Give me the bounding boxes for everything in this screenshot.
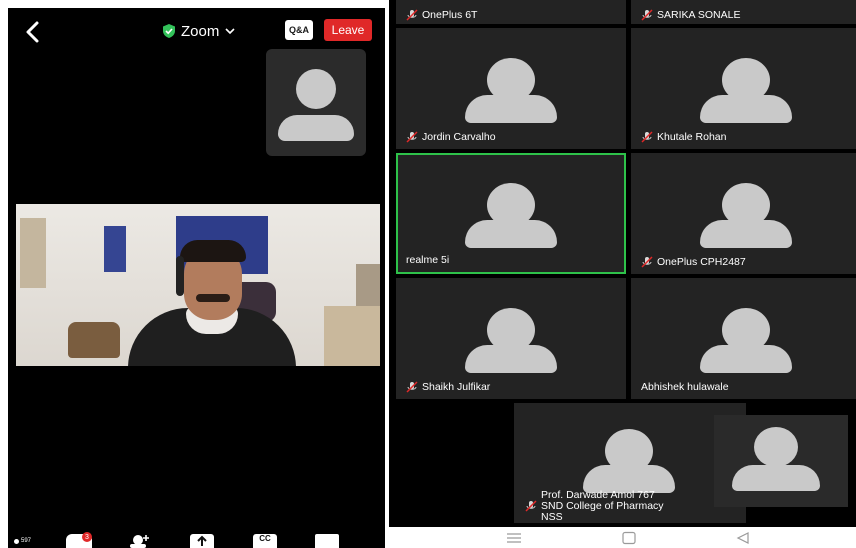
chat-button[interactable]: 3	[66, 532, 92, 548]
tile-name-row: Khutale Rohan	[641, 131, 726, 143]
avatar-head	[296, 69, 336, 109]
participant-name: SARIKA SONALE	[657, 9, 741, 21]
participant-name-line: NSS	[541, 511, 563, 523]
meeting-title: Zoom	[181, 22, 220, 40]
shield-check-icon	[163, 24, 175, 38]
back-chevron-icon[interactable]	[22, 20, 46, 44]
avatar-body	[278, 115, 354, 141]
speaker-moustache	[196, 294, 230, 302]
chevron-down-icon	[225, 28, 235, 35]
participant-count-label: 597	[21, 538, 32, 544]
avatar-body	[700, 345, 792, 373]
participant-name: OnePlus 6T	[422, 9, 478, 21]
participant-tile[interactable]: Shaikh Julfikar	[396, 278, 626, 399]
signal-dot-icon	[14, 538, 19, 544]
participant-count: 597	[14, 536, 36, 546]
tile-name-row: Shaikh Julfikar	[406, 381, 490, 393]
muted-mic-icon	[406, 9, 418, 21]
avatar-body	[465, 345, 557, 373]
participant-name: OnePlus CPH2487	[657, 256, 746, 268]
meeting-view: Zoom Q&A Leave 597 3 CC	[8, 8, 385, 548]
participant-tile[interactable]: Jordin Carvalho	[396, 28, 626, 149]
participants-icon[interactable]	[128, 534, 152, 548]
video-desk	[324, 306, 380, 366]
captions-button[interactable]: CC	[253, 534, 277, 548]
avatar-body	[465, 95, 557, 123]
menu-icon[interactable]	[506, 531, 522, 545]
self-view-tile[interactable]	[714, 415, 848, 507]
muted-mic-icon	[406, 131, 418, 143]
muted-mic-icon	[641, 9, 653, 21]
android-nav-bar	[389, 527, 856, 548]
participant-name: Abhishek hulawale	[641, 381, 729, 393]
share-arrow-icon	[197, 535, 207, 546]
participant-name: realme 5i	[406, 254, 450, 266]
tile-name-row: Prof. Darwade Amol 767 SND College of Ph…	[525, 490, 664, 523]
participant-tile[interactable]: SARIKA SONALE	[631, 0, 856, 24]
square-icon[interactable]	[621, 531, 637, 545]
meeting-toolbar: 597 3 CC	[8, 530, 385, 548]
participant-tile[interactable]: Khutale Rohan	[631, 28, 856, 149]
video-side-poster	[104, 226, 126, 272]
tile-name-row: Abhishek hulawale	[641, 381, 729, 393]
more-button[interactable]	[315, 534, 339, 548]
participant-name: Jordin Carvalho	[422, 131, 496, 143]
avatar-body	[700, 220, 792, 248]
share-button[interactable]	[190, 534, 214, 548]
muted-mic-icon	[641, 256, 653, 268]
active-speaker-video[interactable]	[16, 204, 380, 366]
tile-name-row: OnePlus CPH2487	[641, 256, 746, 268]
video-bag	[68, 322, 120, 358]
qa-button[interactable]: Q&A	[285, 20, 313, 40]
avatar-body	[732, 465, 820, 491]
self-video-tile[interactable]	[266, 49, 366, 156]
speaker-hair	[180, 240, 246, 262]
speaker-headset	[176, 256, 184, 296]
participant-tile[interactable]: OnePlus CPH2487	[631, 153, 856, 274]
avatar-head	[754, 427, 798, 467]
video-wall-board	[20, 218, 46, 288]
participant-tile[interactable]: Abhishek hulawale	[631, 278, 856, 399]
avatar-body	[700, 95, 792, 123]
meeting-title-dropdown[interactable]: Zoom	[163, 20, 235, 42]
muted-mic-icon	[525, 500, 537, 512]
triangle-back-icon[interactable]	[735, 531, 751, 545]
chat-badge: 3	[82, 532, 92, 542]
muted-mic-icon	[406, 381, 418, 393]
participant-name-block: Prof. Darwade Amol 767 SND College of Ph…	[541, 490, 664, 523]
muted-mic-icon	[641, 131, 653, 143]
tile-name-row: Jordin Carvalho	[406, 131, 496, 143]
participant-name: Shaikh Julfikar	[422, 381, 491, 393]
leave-button[interactable]: Leave	[324, 19, 372, 41]
participant-name: Khutale Rohan	[657, 131, 727, 143]
participant-tile-active[interactable]: realme 5i	[396, 153, 626, 274]
avatar-body	[465, 220, 557, 248]
tile-name-row: realme 5i	[406, 254, 449, 266]
participant-tile[interactable]: OnePlus 6T	[396, 0, 626, 24]
gallery-view: OnePlus 6T SARIKA SONALE Jordin Carvalho…	[389, 0, 856, 548]
tile-name-row: OnePlus 6T	[406, 9, 477, 21]
tile-name-row: SARIKA SONALE	[641, 9, 740, 21]
